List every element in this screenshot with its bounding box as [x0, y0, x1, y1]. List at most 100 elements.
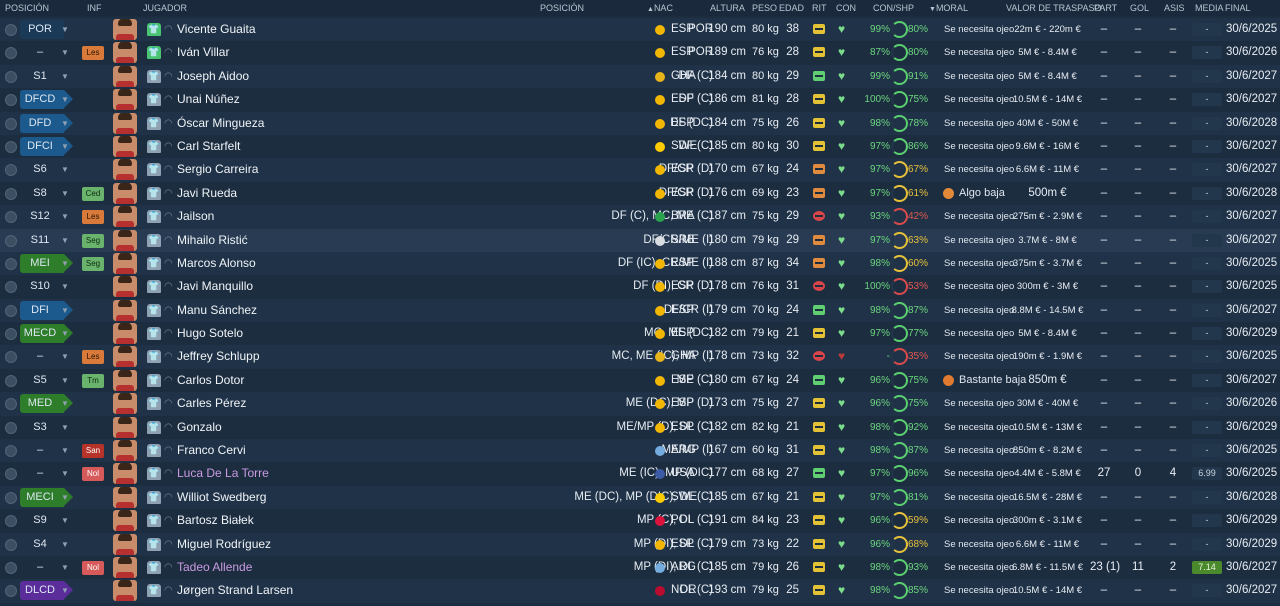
player-name[interactable]: Bartosz Białek	[177, 509, 254, 532]
col-final[interactable]: FINAL	[1225, 3, 1251, 13]
player-name[interactable]: Williot Swedberg	[177, 486, 266, 509]
player-row[interactable]: DLCD ▼ 👕 ◠ Jørgen Strand Larsen DL (C) NO…	[0, 579, 1280, 603]
select-checkbox[interactable]	[5, 398, 17, 411]
player-row[interactable]: – ▼ Les 👕 ◠ Jeffrey Schlupp MC, ME (IC), …	[0, 345, 1280, 369]
col-moral[interactable]: ▼MORAL	[929, 3, 968, 13]
select-checkbox[interactable]	[5, 257, 17, 270]
select-checkbox[interactable]	[5, 281, 17, 294]
col-altura[interactable]: ALTURA	[710, 3, 745, 13]
select-checkbox[interactable]	[5, 351, 17, 364]
player-row[interactable]: DFI ▼ 👕 ◠ Manu Sánchez DF/CR (I) ESP 179 …	[0, 298, 1280, 323]
player-row[interactable]: MED ▼ 👕 ◠ Carles Pérez ME (DC), MP (D) ES…	[0, 392, 1280, 416]
position-selector[interactable]: – ▼	[20, 558, 75, 577]
position-selector[interactable]: – ▼	[20, 347, 75, 366]
player-row[interactable]: S3 ▼ 👕 ◠ Gonzalo ME/MP (D), DL (C) ESP 18…	[0, 416, 1280, 439]
player-row[interactable]: S4 ▼ 👕 ◠ Miguel Rodríguez MP (DI), DL (C)…	[0, 532, 1280, 556]
position-selector[interactable]: – ▼	[20, 441, 75, 460]
player-name[interactable]: Jailson	[177, 205, 214, 228]
player-name[interactable]: Carl Starfelt	[177, 135, 240, 158]
position-selector[interactable]: DFCI ▼	[20, 136, 75, 156]
player-name[interactable]: Joseph Aidoo	[177, 65, 249, 88]
player-name[interactable]: Miguel Rodríguez	[177, 533, 271, 556]
select-checkbox[interactable]	[5, 515, 17, 528]
player-name[interactable]: Javi Manquillo	[177, 275, 253, 298]
position-selector[interactable]: DLCD ▼	[20, 581, 75, 601]
player-row[interactable]: S5 ▼ Tm 👕 ◠ Carlos Dotor ME (C) ESP 180 c…	[0, 369, 1280, 392]
position-selector[interactable]: S11 ▼	[20, 231, 75, 250]
player-row[interactable]: – ▼ San 👕 ◠ Franco Cervi ME/MP (I) ARG 16…	[0, 439, 1280, 463]
player-name[interactable]: Marcos Alonso	[177, 252, 256, 275]
position-selector[interactable]: – ▼	[20, 43, 75, 62]
select-checkbox[interactable]	[5, 468, 17, 481]
col-valor[interactable]: VALOR DE TRASPASO	[1006, 3, 1102, 13]
select-checkbox[interactable]	[5, 187, 17, 200]
player-row[interactable]: S8 ▼ Ced 👕 ◠ Javi Rueda DF/CR (D) ESP 176…	[0, 182, 1280, 205]
player-row[interactable]: DFD ▼ 👕 ◠ Óscar Mingueza DF (DC) ESP 184 …	[0, 111, 1280, 135]
select-checkbox[interactable]	[5, 421, 17, 434]
position-selector[interactable]: S5 ▼	[20, 371, 75, 390]
select-checkbox[interactable]	[5, 234, 17, 247]
player-name[interactable]: Iván Villar	[177, 41, 229, 64]
col-peso[interactable]: PESO	[752, 3, 777, 13]
select-checkbox[interactable]	[5, 47, 17, 60]
player-name[interactable]: Mihailo Ristić	[177, 229, 248, 252]
col-media[interactable]: MEDIA	[1195, 3, 1224, 13]
player-name[interactable]: Hugo Sotelo	[177, 322, 243, 345]
select-checkbox[interactable]	[5, 140, 17, 153]
player-name[interactable]: Gonzalo	[177, 416, 222, 439]
position-selector[interactable]: S6 ▼	[20, 160, 75, 179]
col-conshp[interactable]: CON/SHP	[873, 3, 914, 13]
col-part[interactable]: PART	[1094, 3, 1117, 13]
player-row[interactable]: – ▼ Nol 👕 ◠ Tadeo Allende MP (DI), DL (C)…	[0, 556, 1280, 579]
position-selector[interactable]: S10 ▼	[20, 277, 75, 296]
player-row[interactable]: DFCI ▼ 👕 ◠ Carl Starfelt DF (C) SWE 185 c…	[0, 135, 1280, 158]
position-selector[interactable]: S4 ▼	[20, 535, 75, 554]
select-checkbox[interactable]	[5, 24, 17, 36]
position-selector[interactable]: MEI ▼	[20, 253, 75, 273]
player-row[interactable]: S11 ▼ Seg 👕 ◠ Mihailo Ristić DF/CR/ME (I)…	[0, 228, 1280, 252]
position-selector[interactable]: MED ▼	[20, 394, 75, 414]
player-name[interactable]: Luca De La Torre	[177, 462, 269, 485]
player-name[interactable]: Carles Pérez	[177, 392, 246, 415]
player-row[interactable]: MECD ▼ 👕 ◠ Hugo Sotelo MC, ME (DC) ESP 18…	[0, 322, 1280, 345]
select-checkbox[interactable]	[5, 117, 17, 130]
player-name[interactable]: Javi Rueda	[177, 182, 237, 205]
player-row[interactable]: – ▼ Les 👕 ◠ Iván Villar POR ESP 189 cm 76…	[0, 41, 1280, 64]
player-row[interactable]: MEI ▼ Seg 👕 ◠ Marcos Alonso DF (IC), CR/M…	[0, 251, 1280, 276]
col-edad[interactable]: EDAD	[779, 3, 804, 13]
player-name[interactable]: Jeffrey Schlupp	[177, 345, 260, 368]
select-checkbox[interactable]	[5, 70, 17, 83]
player-row[interactable]: S9 ▼ 👕 ◠ Bartosz Białek MP (C), DL (C) PO…	[0, 509, 1280, 532]
position-selector[interactable]: DFD ▼	[20, 113, 75, 133]
select-checkbox[interactable]	[5, 304, 17, 317]
player-name[interactable]: Sergio Carreira	[177, 158, 258, 181]
select-checkbox[interactable]	[5, 585, 17, 598]
position-selector[interactable]: POR ▼	[20, 20, 75, 39]
player-name[interactable]: Jørgen Strand Larsen	[177, 579, 293, 602]
col-asis[interactable]: ASIS	[1164, 3, 1185, 13]
player-name[interactable]: Vicente Guaita	[177, 18, 256, 41]
position-selector[interactable]: S8 ▼	[20, 184, 75, 203]
player-name[interactable]: Franco Cervi	[177, 439, 246, 462]
col-gol[interactable]: GOL	[1130, 3, 1149, 13]
select-checkbox[interactable]	[5, 94, 17, 107]
select-checkbox[interactable]	[5, 445, 17, 458]
position-selector[interactable]: MECD ▼	[20, 324, 75, 344]
player-row[interactable]: POR ▼ 👕 ◠ Vicente Guaita POR ESP 190 cm 8…	[0, 18, 1280, 42]
col-inf[interactable]: INF	[87, 3, 102, 13]
col-posicion-2[interactable]: POSICIÓN	[540, 3, 584, 13]
position-selector[interactable]: DFI ▼	[20, 300, 75, 320]
col-rit[interactable]: RIT	[812, 3, 827, 13]
position-selector[interactable]: S1 ▼	[20, 67, 75, 86]
player-row[interactable]: S6 ▼ 👕 ◠ Sergio Carreira DF/CR (D) ESP 17…	[0, 158, 1280, 182]
player-name[interactable]: Manu Sánchez	[177, 299, 257, 322]
position-selector[interactable]: S12 ▼	[20, 207, 75, 226]
select-checkbox[interactable]	[5, 561, 17, 574]
position-selector[interactable]: MECI ▼	[20, 487, 75, 507]
player-name[interactable]: Tadeo Allende	[177, 556, 252, 579]
player-row[interactable]: – ▼ Nol 👕 ◠ Luca De La Torre ME (IC), MP …	[0, 462, 1280, 485]
select-checkbox[interactable]	[5, 374, 17, 387]
col-nac[interactable]: ▲NAC	[647, 3, 673, 13]
select-checkbox[interactable]	[5, 328, 17, 341]
col-posicion[interactable]: POSICIÓN	[5, 3, 49, 13]
